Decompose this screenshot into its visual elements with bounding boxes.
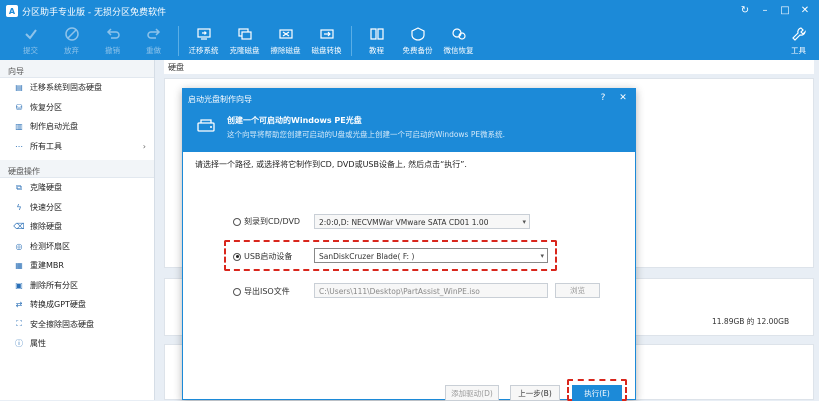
sidebar-item-convert-gpt[interactable]: ⇄ 转换成GPT硬盘 xyxy=(0,295,154,315)
sidebar-item-properties[interactable]: ⓘ 属性 xyxy=(0,334,154,354)
dialog-title-bar: 启动光盘制作向导 ? ✕ xyxy=(183,89,635,109)
wrench-icon xyxy=(790,25,808,43)
sidebar-item-clone-disk[interactable]: ⧉ 克隆硬盘 xyxy=(0,178,154,198)
recover-icon xyxy=(450,25,468,43)
undo-button[interactable]: 撤销 xyxy=(92,22,133,56)
sidebar-item-delete-all-partitions[interactable]: ▣ 删除所有分区 xyxy=(0,276,154,296)
migrate-icon: ▤ xyxy=(15,83,23,93)
refresh-icon[interactable]: ↻ xyxy=(735,2,755,18)
disk-header: 硬盘 xyxy=(164,60,814,74)
lightning-icon: ϟ xyxy=(16,202,22,212)
sidebar-section-disk: 硬盘操作 xyxy=(0,160,154,178)
disc-icon: ▥ xyxy=(15,122,23,132)
toolbar-separator xyxy=(351,26,352,56)
sidebar-item-quick-partition[interactable]: ϟ 快速分区 xyxy=(0,198,154,218)
sidebar-item-rebuild-mbr[interactable]: ▦ 重建MBR xyxy=(0,256,154,276)
window-title: 分区助手专业版 - 无损分区免费软件 xyxy=(22,7,166,18)
info-icon: ⓘ xyxy=(15,339,23,349)
chevron-down-icon: ▾ xyxy=(522,218,526,226)
clone-icon: ⧉ xyxy=(16,182,22,192)
wipe-icon: ⌫ xyxy=(13,222,25,232)
tutorial-button[interactable]: 教程 xyxy=(356,22,397,56)
dialog-banner: 创建一个可启动的Windows PE光盘 这个向导将帮助您创建可启动的U盘或光盘… xyxy=(183,109,635,152)
add-driver-button[interactable]: 添加驱动(D) xyxy=(445,385,499,401)
sidebar-item-restore-partition[interactable]: ⛁ 恢复分区 xyxy=(0,98,154,118)
iso-path-input[interactable]: C:\Users\111\Desktop\PartAssist_WinPE.is… xyxy=(314,283,548,298)
check-icon xyxy=(22,25,40,43)
app-logo-icon: A xyxy=(6,5,18,17)
radio-usb-boot-device[interactable] xyxy=(233,252,241,261)
ssd-icon: ⛶ xyxy=(16,319,22,329)
browse-button[interactable]: 浏览 xyxy=(555,283,600,298)
maximize-button[interactable]: □ xyxy=(775,2,795,18)
option-usb-boot-device[interactable]: USB启动设备 xyxy=(233,251,292,262)
banner-title: 创建一个可启动的Windows PE光盘 xyxy=(227,116,362,125)
boot-disc-wizard-dialog: 启动光盘制作向导 ? ✕ 创建一个可启动的Windows PE光盘 这个向导将帮… xyxy=(182,88,636,401)
sidebar-section-wizard: 向导 xyxy=(0,60,154,78)
tools-button[interactable]: 工具 xyxy=(778,22,819,56)
usb-drive-icon xyxy=(193,115,219,137)
toolbar: 提交 放弃 撤销 重做 迁移系统 克隆磁盘 擦除磁盘 磁盘转换 教程 免费备份 … xyxy=(0,22,819,60)
toolbar-separator xyxy=(178,26,179,56)
clone-disk-icon xyxy=(236,25,254,43)
wipe-disk-icon xyxy=(277,25,295,43)
discard-button[interactable]: 放弃 xyxy=(51,22,92,56)
migrate-system-button[interactable]: 迁移系统 xyxy=(183,22,224,56)
chevron-down-icon: ▾ xyxy=(540,252,544,260)
wechat-recover-button[interactable]: 微信恢复 xyxy=(438,22,479,56)
close-button[interactable]: ✕ xyxy=(795,2,815,18)
book-icon xyxy=(368,25,386,43)
more-icon: ⋯ xyxy=(15,141,23,151)
undo-icon xyxy=(104,25,122,43)
title-bar: A 分区助手专业版 - 无损分区免费软件 ↻ – □ ✕ xyxy=(0,0,819,22)
chevron-right-icon: › xyxy=(142,141,146,151)
convert-disk-button[interactable]: 磁盘转换 xyxy=(306,22,347,56)
sidebar-item-make-boot-disc[interactable]: ▥ 制作启动光盘 xyxy=(0,117,154,137)
sidebar-item-secure-erase-ssd[interactable]: ⛶ 安全擦除固态硬盘 xyxy=(0,315,154,335)
backup-icon xyxy=(409,25,427,43)
convert-icon: ⇄ xyxy=(15,300,23,310)
minimize-button[interactable]: – xyxy=(755,2,775,18)
dialog-close-button[interactable]: ✕ xyxy=(617,92,629,104)
scan-icon: ◎ xyxy=(15,241,23,251)
clone-disk-button[interactable]: 克隆磁盘 xyxy=(224,22,265,56)
sidebar-item-migrate-ssd[interactable]: ▤ 迁移系统到固态硬盘 xyxy=(0,78,154,98)
option-burn-cd-dvd[interactable]: 刻录到CD/DVD xyxy=(233,216,300,227)
migrate-icon xyxy=(195,25,213,43)
cancel-icon xyxy=(63,25,81,43)
redo-button[interactable]: 重做 xyxy=(133,22,174,56)
usb-device-select[interactable]: SanDiskCruzer Blade( F: ) ▾ xyxy=(314,248,548,263)
sidebar-item-check-bad-sectors[interactable]: ◎ 检测坏扇区 xyxy=(0,237,154,257)
restore-icon: ⛁ xyxy=(15,102,23,112)
sidebar-item-wipe-disk[interactable]: ⌫ 擦除硬盘 xyxy=(0,217,154,237)
radio-burn-cd-dvd[interactable] xyxy=(233,217,241,226)
execute-button[interactable]: 执行(E) xyxy=(572,385,622,401)
option-export-iso[interactable]: 导出ISO文件 xyxy=(233,286,290,297)
rebuild-icon: ▦ xyxy=(15,261,23,271)
wipe-disk-button[interactable]: 擦除磁盘 xyxy=(265,22,306,56)
help-button[interactable]: ? xyxy=(597,92,609,104)
radio-export-iso[interactable] xyxy=(233,287,241,296)
free-backup-button[interactable]: 免费备份 xyxy=(397,22,438,56)
dialog-title: 启动光盘制作向导 xyxy=(188,94,252,104)
banner-subtitle: 这个向导将帮助您创建可启动的U盘或光盘上创建一个可启动的Windows PE微系… xyxy=(227,130,505,139)
cd-dvd-select[interactable]: 2:0:0,D: NECVMWar VMware SATA CD01 1.00 … xyxy=(314,214,530,229)
instruction-text: 请选择一个路径, 或选择将它制作到CD, DVD或USB设备上, 然后点击“执行… xyxy=(195,160,467,169)
back-button[interactable]: 上一步(B) xyxy=(510,385,560,401)
sidebar-item-all-tools[interactable]: ⋯ 所有工具 › xyxy=(0,137,154,157)
right-partition-capacity: 11.89GB 的 12.00GB xyxy=(712,317,790,326)
submit-button[interactable]: 提交 xyxy=(10,22,51,56)
sidebar: 向导 ▤ 迁移系统到固态硬盘 ⛁ 恢复分区 ▥ 制作启动光盘 ⋯ 所有工具 › … xyxy=(0,60,155,400)
redo-icon xyxy=(145,25,163,43)
convert-disk-icon xyxy=(318,25,336,43)
delete-icon: ▣ xyxy=(15,280,23,290)
